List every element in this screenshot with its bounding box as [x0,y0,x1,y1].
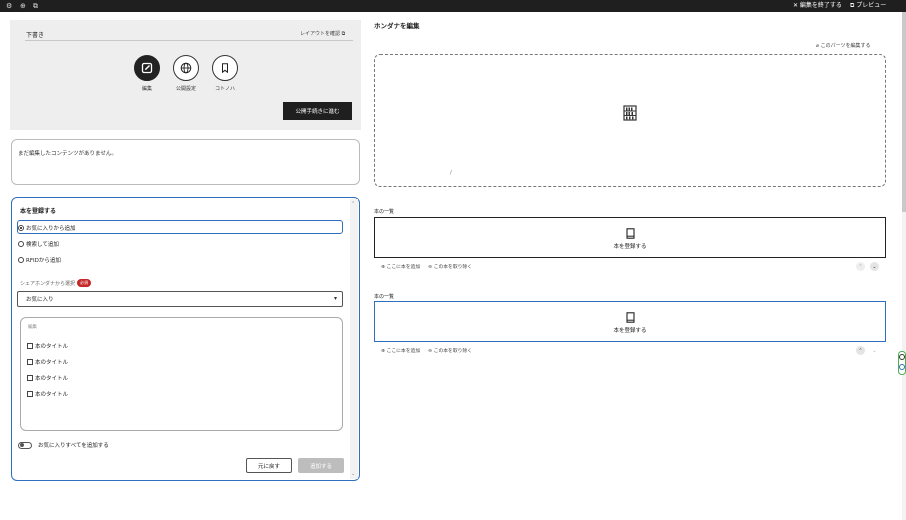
toggle-switch[interactable] [18,441,32,449]
radio[interactable] [18,257,24,263]
scroll-down-icon[interactable]: ⌄ [351,471,355,477]
tab-publish-settings[interactable] [173,55,199,81]
move-down-icon[interactable]: ⌄ [870,346,879,355]
book-title: 本のタイトル [35,344,69,350]
checkbox[interactable] [27,343,33,349]
bookshelf-icon [623,105,637,121]
publish-proceed-button[interactable]: 公開手続きに進む [283,102,352,120]
empty-message: まだ編集したコンテンツがありません。 [18,151,117,157]
book-icon [626,228,635,239]
book-title: 本のタイトル [35,360,69,366]
option-label: お気に入りから追加 [26,226,76,232]
page-scrollbar-thumb[interactable] [902,12,906,212]
draft-title: 下書き [26,32,45,39]
toggle-label: お気に入りすべてを追加する [38,443,109,449]
revert-button[interactable]: 元に戻す [246,458,292,473]
tab-publish-settings-label: 公開設定 [175,86,196,92]
layout-check-link[interactable]: レイアウトを確認 ⧉ [300,30,345,37]
edit-part-link[interactable]: ⌀ このパーツを編集する [816,42,871,49]
share-shelf-select[interactable]: お気に入り ▾ [17,291,343,307]
book-item[interactable]: 本のタイトル [27,342,68,350]
edit-icon [141,62,153,74]
book-title: 本のタイトル [35,392,69,398]
option-label: RFIDから追加 [26,258,61,264]
book-list-box [20,317,343,431]
book-item[interactable]: 本のタイトル [27,390,68,398]
globe-icon [180,62,192,74]
book-actions: ⊕ ここに本を追加 ⊖ この本を取り除く [381,263,472,270]
book-item[interactable]: 本のタイトル [27,358,68,366]
floating-widget[interactable] [898,351,906,375]
book-register-box[interactable]: 本を登録する [374,217,886,258]
panel-scrollbar[interactable]: ⌃ ⌄ [350,199,358,479]
checkbox[interactable] [27,391,33,397]
scroll-up-icon[interactable]: ⌃ [351,201,355,207]
radio-selected[interactable] [18,225,24,231]
option-favorites[interactable]: お気に入りから追加 [18,224,76,232]
add-all-favorites-toggle-row[interactable]: お気に入りすべてを追加する [18,441,109,449]
checkbox[interactable] [27,375,33,381]
book-icon [626,312,635,323]
bookmark-icon [222,63,228,74]
select-value: お気に入り [26,297,54,303]
globe-icon[interactable]: ⊕ [20,2,26,10]
divider [25,40,353,41]
required-badge: 必須 [77,279,92,287]
book-title: 本のタイトル [35,376,69,382]
empty-content-box: まだ編集したコンテンツがありません。 [11,139,360,185]
remove-book-button[interactable]: ⊖ この本を取り除く [428,263,472,270]
move-up-icon[interactable]: ⌃ [856,346,865,355]
add-button[interactable]: 追加する [298,458,344,473]
book-register-box[interactable]: 本を登録する [374,301,886,342]
end-editing-button[interactable]: ✕ 編集を終了する [793,2,842,10]
register-book-text: 本を登録する [613,244,647,250]
book-list-section-label: 本の一覧 [374,294,395,300]
tab-kotonoha-label: コトノハ [214,86,235,92]
shelf-preview-area[interactable] [374,54,886,187]
register-title: 本を登録する [20,208,57,215]
option-rfid[interactable]: RFIDから追加 [18,256,61,264]
remove-book-button[interactable]: ⊖ この本を取り除く [428,347,472,354]
tab-edit-label: 編集 [141,86,152,92]
book-list-section-label: 本の一覧 [374,209,395,215]
move-up-icon[interactable]: ⌃ [856,262,865,271]
checkbox[interactable] [27,359,33,365]
book-list-header: 編集 [28,325,37,330]
settings-icon[interactable]: ⚙ [6,2,12,10]
external-link-icon[interactable]: ⧉ [33,2,38,10]
add-book-here-button[interactable]: ⊕ ここに本を追加 [381,347,420,354]
register-book-text: 本を登録する [613,328,647,334]
floating-widget-icon [898,351,906,375]
dropdown-caret-icon: ▾ [333,295,337,302]
share-shelf-label: シェアホンダナから選択 必須 [20,279,92,287]
book-item[interactable]: 本のタイトル [27,374,68,382]
page-title: ホンダナを編集 [374,22,420,30]
share-label-text: シェアホンダナから選択 [20,280,76,287]
move-down-icon[interactable]: ⌄ [870,262,879,271]
tab-edit[interactable] [134,55,160,81]
option-label: 検索して追加 [26,242,59,248]
top-toolbar: ⚙ ⊕ ⧉ ✕ 編集を終了する ⧉ プレビュー [0,0,906,12]
add-book-here-button[interactable]: ⊕ ここに本を追加 [381,263,420,270]
radio[interactable] [18,241,24,247]
tab-kotonoha[interactable] [212,55,238,81]
preview-slash: / [450,170,452,176]
book-actions: ⊕ ここに本を追加 ⊖ この本を取り除く [381,347,472,354]
preview-button[interactable]: ⧉ プレビュー [850,2,886,10]
option-search[interactable]: 検索して追加 [18,240,59,248]
